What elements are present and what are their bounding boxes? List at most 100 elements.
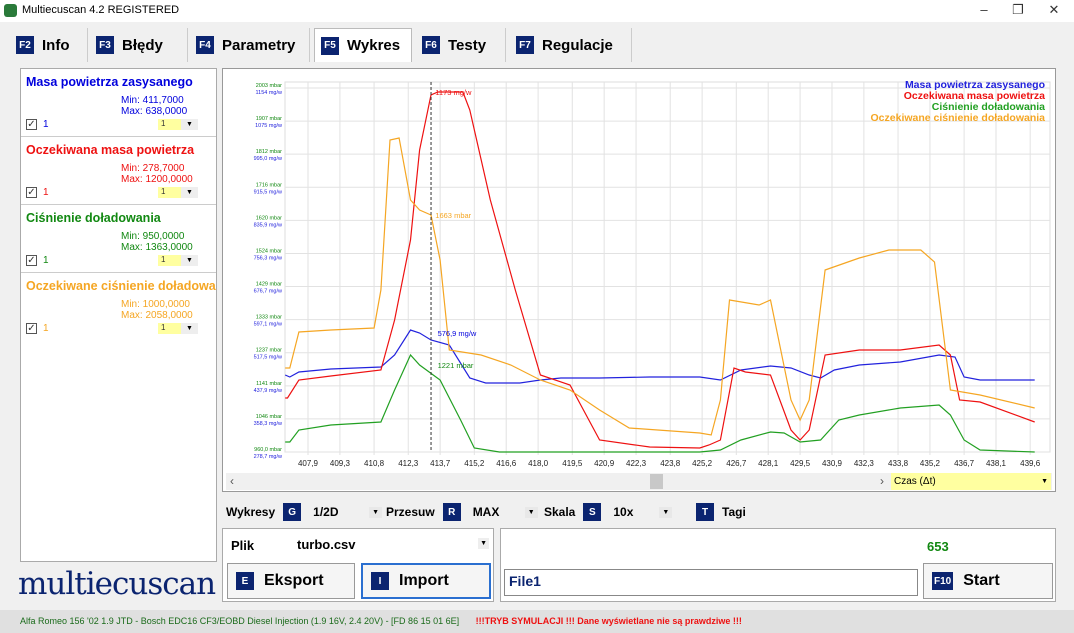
restore-button[interactable]: ❐ <box>1000 0 1036 22</box>
tab-parametry[interactable]: F4 Parametry <box>190 28 310 62</box>
key-badge: T <box>696 503 714 521</box>
checkbox[interactable]: ✓ <box>26 187 37 198</box>
y-tick-mgw: 437,9 mg/w <box>254 388 282 394</box>
x-tick-label: 418,0 <box>528 459 549 468</box>
y-tick-mgw: 676,7 mg/w <box>254 289 282 295</box>
x-tick-label: 432,3 <box>854 459 875 468</box>
parameter-min: Min: 278,7000 <box>121 163 185 174</box>
x-tick-label: 415,2 <box>464 459 485 468</box>
tab-testy[interactable]: F6 Testy <box>416 28 506 62</box>
chevron-down-icon[interactable]: ▼ <box>369 506 383 518</box>
x-tick-label: 407,9 <box>298 459 319 468</box>
x-tick-label: 425,2 <box>692 459 713 468</box>
y-tick-mbar: 1524 mbar <box>256 248 282 254</box>
scroll-thumb[interactable] <box>650 474 663 489</box>
checkbox[interactable]: ✓ <box>26 119 37 130</box>
parameter-max: Max: 1363,0000 <box>121 242 193 253</box>
y-tick-mgw: 278,7 mg/w <box>254 454 282 460</box>
y-tick-mbar: 1620 mbar <box>256 215 282 221</box>
checkbox[interactable]: ✓ <box>26 323 37 334</box>
minimize-button[interactable]: – <box>966 0 1002 22</box>
key-badge: R <box>442 503 461 521</box>
y-tick-mgw: 1075 mg/w <box>255 123 282 129</box>
import-label: Import <box>399 572 449 589</box>
key-badge: F7 <box>516 36 534 54</box>
parameter-min: Min: 1000,0000 <box>121 299 190 310</box>
parameter-item: Masa powietrza zasysanego Min: 411,7000 … <box>21 69 216 137</box>
value-annotation: 1173 mg/w <box>435 88 472 97</box>
tagi-button[interactable]: T Tagi <box>696 503 746 521</box>
y-tick-mgw: 1154 mg/w <box>256 90 283 96</box>
checkbox[interactable]: ✓ <box>26 255 37 266</box>
tab-label: Info <box>42 36 70 54</box>
scroll-left-icon[interactable]: ‹ <box>230 474 234 488</box>
tab-wykres[interactable]: F5 Wykres <box>314 28 412 62</box>
start-button[interactable]: F10 Start <box>923 563 1053 599</box>
wykresy-control[interactable]: Wykresy G 1/2D ▼ <box>226 503 383 521</box>
y-tick-mbar: 960,0 mbar <box>254 447 282 453</box>
tab-info[interactable]: F2 Info <box>10 28 88 62</box>
parameter-max: Max: 638,0000 <box>121 106 188 117</box>
parameter-item: Oczekiwane ciśnienie doładowania Min: 10… <box>21 273 216 341</box>
chevron-down-icon[interactable]: ▼ <box>659 506 673 518</box>
parameter-list: Masa powietrza zasysanego Min: 411,7000 … <box>20 68 217 562</box>
wykresy-value[interactable]: 1/2D <box>309 505 361 519</box>
chevron-down-icon[interactable]: ▼ <box>181 323 198 334</box>
y-tick-mgw: 995,0 mg/w <box>254 156 282 162</box>
parameter-min: Min: 950,0000 <box>121 231 185 242</box>
parameter-name: Masa powietrza zasysanego <box>26 75 193 89</box>
y-tick-mbar: 1907 mbar <box>256 116 282 122</box>
y-tick-mgw: 756,3 mg/w <box>254 255 282 261</box>
parameter-count: 1 <box>43 187 49 198</box>
parameter-name: Oczekiwana masa powietrza <box>26 143 195 157</box>
key-badge: S <box>583 503 602 521</box>
tab-label: Błędy <box>122 36 163 54</box>
x-axis-select[interactable]: Czas (Δt) ▼ <box>891 473 1051 490</box>
parameter-count: 1 <box>43 255 49 266</box>
skala-value[interactable]: 10x <box>609 505 651 519</box>
x-tick-label: 438,1 <box>986 459 1007 468</box>
chevron-down-icon[interactable]: ▼ <box>524 506 538 518</box>
file-panel: Plik turbo.csv ▼ E Eksport I Import <box>222 528 494 602</box>
vehicle-info: Alfa Romeo 156 '02 1.9 JTD - Bosch EDC16… <box>20 616 460 626</box>
scroll-right-icon[interactable]: › <box>880 474 884 488</box>
y-tick-mgw: 358,3 mg/w <box>254 421 282 427</box>
przesuw-control[interactable]: Przesuw R MAX ▼ <box>386 503 538 521</box>
file-select[interactable]: turbo.csv ▼ <box>293 534 491 554</box>
parameter-count: 1 <box>43 323 49 334</box>
close-button[interactable]: ✕ <box>1036 0 1072 22</box>
export-button[interactable]: E Eksport <box>227 563 355 599</box>
x-tick-label: 419,5 <box>562 459 583 468</box>
horizontal-scrollbar[interactable]: ‹ › Czas (Δt) ▼ <box>226 473 1052 490</box>
chevron-down-icon[interactable]: ▼ <box>181 187 198 198</box>
chevron-down-icon[interactable]: ▼ <box>181 119 198 130</box>
y-tick-mbar: 1429 mbar <box>256 282 282 288</box>
file-label: Plik <box>231 538 255 553</box>
chart[interactable]: 2003 mbar1154 mg/w 1907 mbar1075 mg/w 1812… <box>222 68 1056 472</box>
parameter-max: Max: 1200,0000 <box>121 174 193 185</box>
key-badge: F10 <box>932 572 954 590</box>
x-tick-label: 439,6 <box>1020 459 1041 468</box>
import-button[interactable]: I Import <box>361 563 491 599</box>
przesuw-value[interactable]: MAX <box>469 505 517 519</box>
parameter-max: Max: 2058,0000 <box>121 310 193 321</box>
tab-bledy[interactable]: F3 Błędy <box>90 28 188 62</box>
file-select-value: turbo.csv <box>297 537 356 552</box>
tab-label: Testy <box>448 36 487 54</box>
app-icon <box>4 4 17 17</box>
recording-panel: 653 File1 F10 Start <box>500 528 1056 602</box>
skala-control[interactable]: Skala S 10x ▼ <box>544 503 673 521</box>
x-tick-label: 413,7 <box>430 459 451 468</box>
x-tick-label: 433,8 <box>888 459 909 468</box>
tab-label: Parametry <box>222 36 296 54</box>
simulation-warning: !!!TRYB SYMULACJI !!! Dane wyświetlane n… <box>475 616 742 626</box>
tab-label: Regulacje <box>542 36 613 54</box>
y-tick-mgw: 597,1 mg/w <box>254 322 282 328</box>
tab-regulacje[interactable]: F7 Regulacje <box>510 28 632 62</box>
start-label: Start <box>963 572 1000 589</box>
chevron-down-icon[interactable]: ▼ <box>181 255 198 266</box>
legend-entry: Oczekiwane ciśnienie doładowania <box>871 112 1046 124</box>
y-tick-mbar: 1046 mbar <box>256 414 282 420</box>
x-tick-label: 420,9 <box>594 459 615 468</box>
file-name-input[interactable]: File1 <box>504 569 918 596</box>
